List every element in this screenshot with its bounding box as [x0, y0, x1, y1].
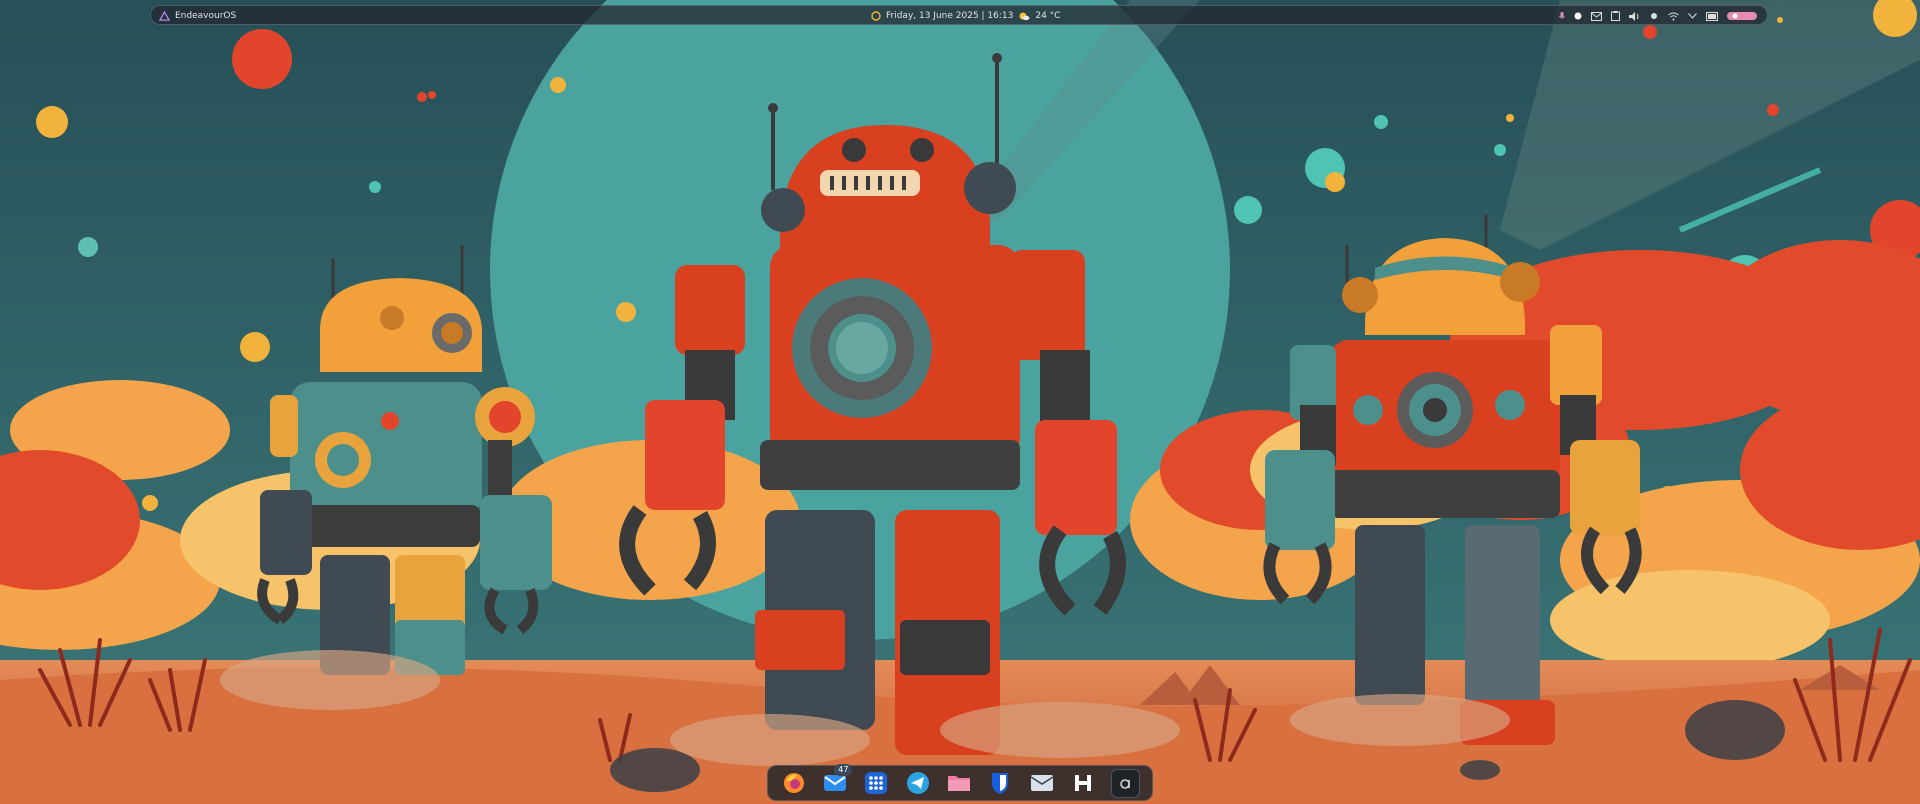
desktop-wallpaper: [0, 0, 1920, 804]
weather-temperature: 24 °C: [1035, 11, 1061, 21]
dock-item-app-grid[interactable]: [863, 770, 890, 797]
top-panel: EndeavourOS Friday, 13 June 2025 | 16:13…: [150, 5, 1768, 25]
datetime-text: Friday, 13 June 2025 | 16:13: [886, 11, 1014, 21]
dock-item-files[interactable]: [946, 770, 973, 797]
h-letter-icon: [1073, 773, 1093, 793]
firefox-icon: [782, 771, 806, 795]
app-grid-icon: [865, 772, 888, 794]
os-label: EndeavourOS: [175, 11, 237, 21]
power-toggle-icon[interactable]: [1727, 12, 1757, 20]
record-dot-icon[interactable]: [1574, 12, 1582, 20]
battery-icon[interactable]: [1706, 11, 1718, 21]
mail-icon[interactable]: [1591, 11, 1602, 21]
clock-widget[interactable]: Friday, 13 June 2025 | 16:13 24 °C: [871, 6, 1071, 26]
weather-sun-cloud-icon: [1018, 11, 1030, 21]
brightness-icon[interactable]: [1649, 11, 1659, 21]
chevron-down-icon[interactable]: [1688, 13, 1697, 19]
dock: 47: [767, 763, 1153, 801]
dock-item-mail[interactable]: 47: [821, 763, 853, 797]
calendar-mascot-icon: [871, 11, 881, 21]
mail-icon: [823, 773, 847, 793]
a-letter-icon: [1118, 775, 1134, 791]
os-menu[interactable]: EndeavourOS: [159, 6, 236, 26]
microphone-icon[interactable]: [1559, 11, 1565, 21]
dock-item-firefox[interactable]: [780, 770, 807, 797]
dock-item-mail-client[interactable]: [1028, 770, 1055, 797]
wifi-icon[interactable]: [1668, 12, 1679, 21]
telegram-icon: [906, 771, 930, 795]
shield-icon: [990, 771, 1010, 795]
folder-icon: [947, 773, 971, 793]
dock-item-telegram[interactable]: [904, 770, 931, 797]
clipboard-icon[interactable]: [1611, 11, 1620, 21]
dock-item-bitwarden[interactable]: [987, 770, 1014, 797]
endeavouros-logo-icon: [159, 10, 170, 22]
mail-unread-badge: 47: [834, 763, 853, 776]
dock-item-hub[interactable]: [1070, 770, 1097, 797]
volume-icon[interactable]: [1629, 11, 1640, 21]
envelope-icon: [1030, 774, 1054, 792]
system-tray: [1559, 6, 1757, 26]
dock-item-terminal[interactable]: [1111, 768, 1140, 798]
